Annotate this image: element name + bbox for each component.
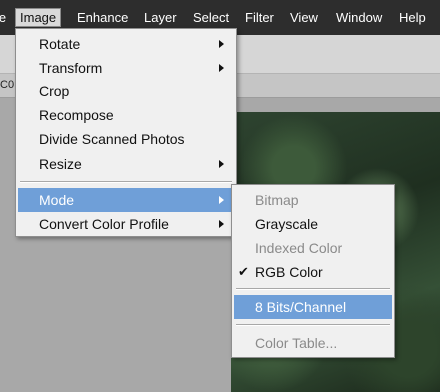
menu-image[interactable]: Image bbox=[15, 8, 62, 27]
submenu-arrow-icon bbox=[219, 196, 224, 204]
checkmark-icon: ✔ bbox=[238, 264, 249, 279]
image-menu: Rotate Transform Crop Recompose Divide S… bbox=[15, 28, 237, 237]
menu-item-grayscale[interactable]: Grayscale bbox=[234, 212, 392, 236]
menu-separator bbox=[236, 324, 390, 326]
menu-item-label: Color Table... bbox=[255, 335, 338, 351]
menu-item-8-bits-channel[interactable]: 8 Bits/Channel bbox=[234, 295, 392, 319]
menu-item-mode[interactable]: Mode bbox=[18, 188, 234, 212]
menu-item-crop[interactable]: Crop bbox=[18, 79, 234, 103]
menu-select[interactable]: Select bbox=[189, 9, 233, 26]
menu-item-color-table[interactable]: Color Table... bbox=[234, 331, 392, 355]
menu-item-bitmap[interactable]: Bitmap bbox=[234, 188, 392, 212]
menu-item-label: Crop bbox=[39, 83, 70, 99]
menu-item-label: Bitmap bbox=[255, 192, 299, 208]
submenu-arrow-icon bbox=[219, 64, 224, 72]
menu-separator bbox=[20, 181, 232, 183]
submenu-arrow-icon bbox=[219, 40, 224, 48]
menu-view[interactable]: View bbox=[286, 9, 322, 26]
menu-item-transform[interactable]: Transform bbox=[18, 56, 234, 80]
menu-item-indexed-color[interactable]: Indexed Color bbox=[234, 236, 392, 260]
mode-submenu: Bitmap Grayscale Indexed Color ✔ RGB Col… bbox=[231, 184, 395, 358]
menu-enhance[interactable]: Enhance bbox=[73, 9, 132, 26]
menu-item-rgb-color[interactable]: ✔ RGB Color bbox=[234, 260, 392, 284]
menu-item-divide-scanned-photos[interactable]: Divide Scanned Photos bbox=[18, 127, 234, 151]
menu-item-label: Transform bbox=[39, 60, 103, 76]
submenu-arrow-icon bbox=[219, 220, 224, 228]
menu-item-rotate[interactable]: Rotate bbox=[18, 32, 234, 56]
menu-layer[interactable]: Layer bbox=[140, 9, 181, 26]
menu-item-label: Grayscale bbox=[255, 216, 319, 232]
menu-item-label: 8 Bits/Channel bbox=[255, 299, 347, 315]
document-tab-label[interactable]: C0 bbox=[0, 79, 14, 91]
menu-item-label: RGB Color bbox=[255, 264, 323, 280]
menu-item-label: Resize bbox=[39, 156, 82, 172]
menu-item-label: Convert Color Profile bbox=[39, 216, 169, 232]
menu-file[interactable]: le bbox=[0, 9, 10, 26]
menu-window[interactable]: Window bbox=[332, 9, 386, 26]
menu-help[interactable]: Help bbox=[395, 9, 430, 26]
menu-separator bbox=[236, 288, 390, 290]
menu-item-label: Mode bbox=[39, 192, 75, 208]
menu-item-convert-color-profile[interactable]: Convert Color Profile bbox=[18, 212, 234, 236]
menu-item-label: Rotate bbox=[39, 36, 81, 52]
submenu-arrow-icon bbox=[219, 160, 224, 168]
menu-item-label: Indexed Color bbox=[255, 240, 343, 256]
menu-item-label: Divide Scanned Photos bbox=[39, 131, 185, 147]
menu-filter[interactable]: Filter bbox=[241, 9, 278, 26]
menu-item-label: Recompose bbox=[39, 107, 114, 123]
menu-item-recompose[interactable]: Recompose bbox=[18, 103, 234, 127]
menu-item-resize[interactable]: Resize bbox=[18, 152, 234, 176]
